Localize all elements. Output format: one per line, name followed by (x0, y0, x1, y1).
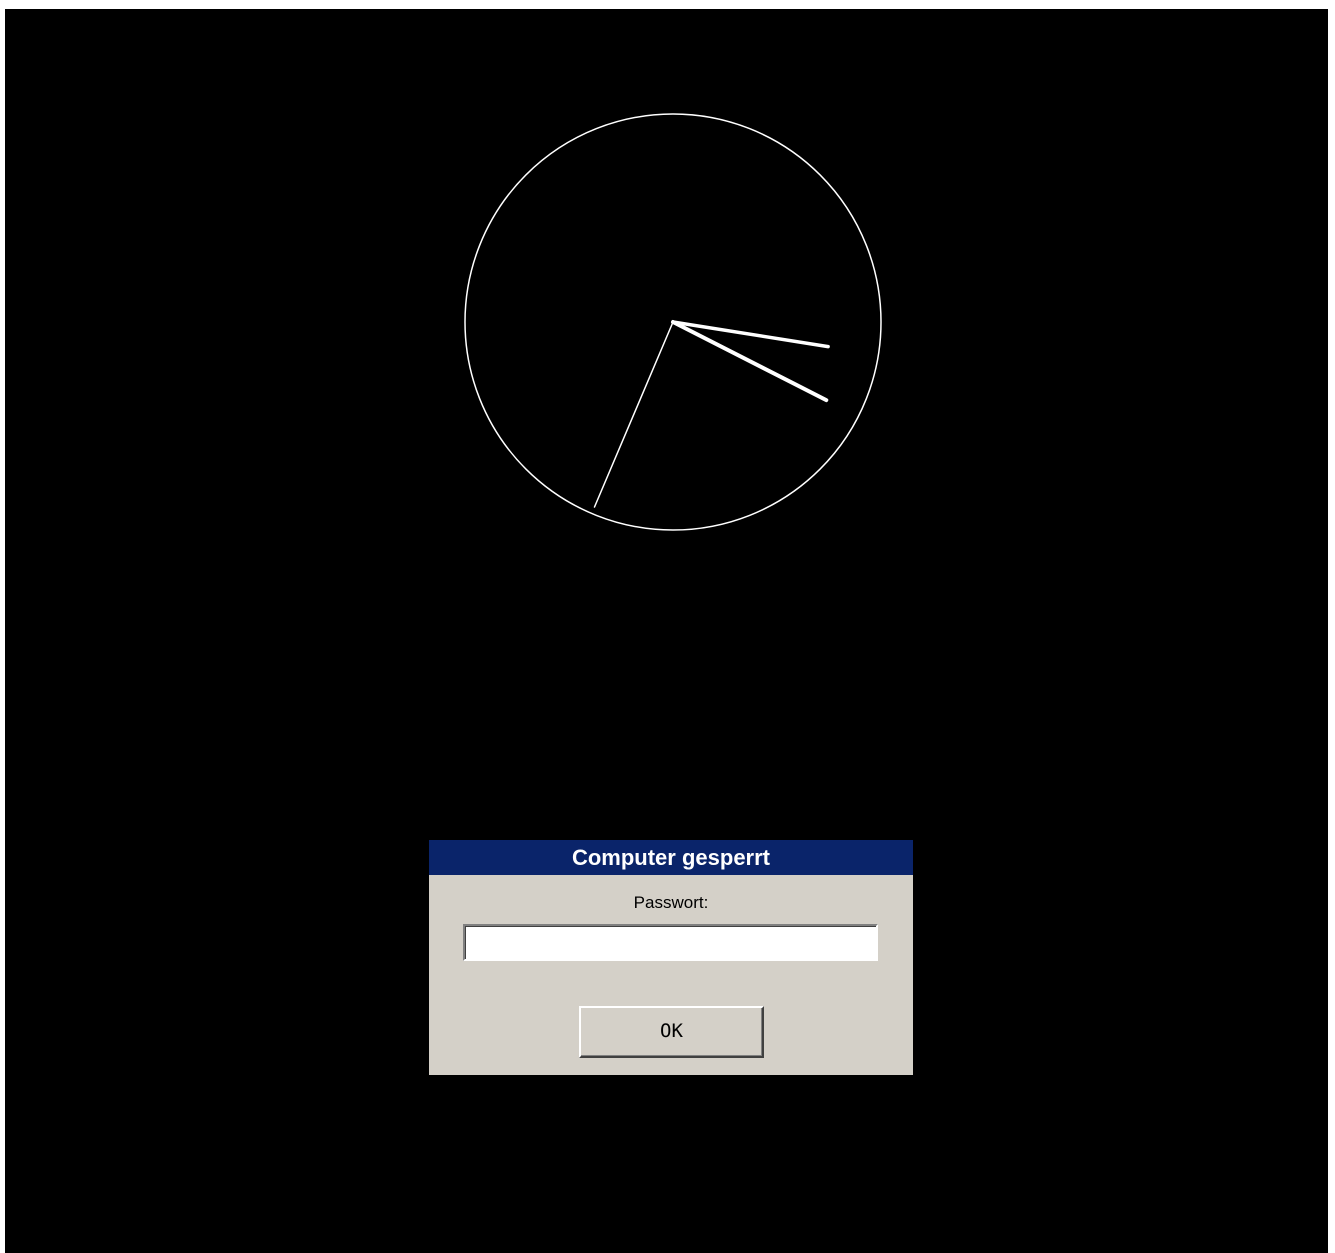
password-label: Passwort: (633, 893, 709, 912)
analog-clock-icon (464, 113, 882, 531)
dialog-title: Computer gesperrt (429, 840, 913, 875)
lock-screen: Computer gesperrt Passwort: OK (5, 9, 1328, 1253)
ok-button[interactable]: OK (579, 1006, 764, 1058)
lock-dialog: Computer gesperrt Passwort: OK (429, 840, 913, 1075)
password-input[interactable] (463, 924, 878, 961)
clock-second-hand (593, 321, 674, 508)
